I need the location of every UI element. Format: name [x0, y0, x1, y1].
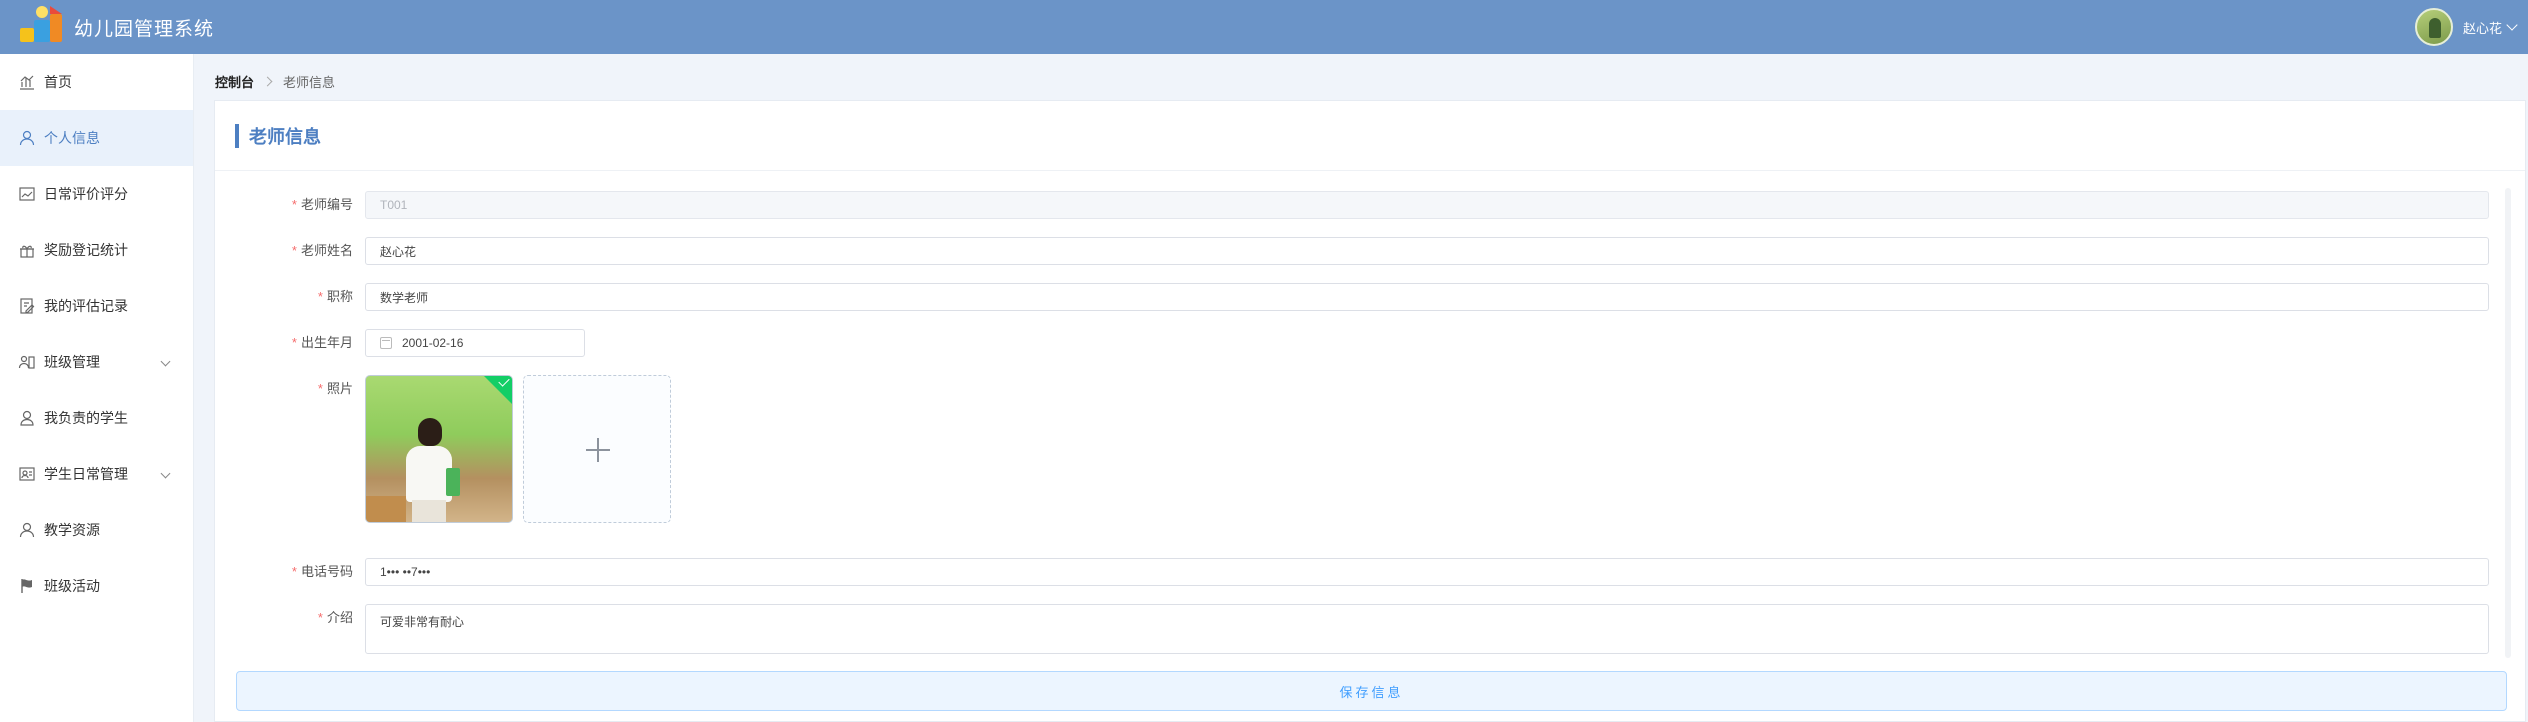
sidebar-item-label: 日常评价评分 [44, 186, 128, 202]
user-icon [18, 129, 36, 147]
sidebar-item-label: 我负责的学生 [44, 410, 128, 426]
calendar-icon [380, 337, 392, 349]
teacher-id-label: * 老师编号 [291, 197, 353, 212]
sidebar-item-class-activities[interactable]: 班级活动 [0, 558, 193, 614]
teacher-name-input[interactable]: 赵心花 [365, 237, 2489, 265]
intro-label: * 介绍 [317, 610, 353, 625]
title-accent-bar [235, 123, 239, 148]
sidebar-item-label: 班级活动 [44, 578, 100, 594]
form-row-teacher-id: * 老师编号 T001 [215, 191, 2489, 219]
job-title-input[interactable]: 数学老师 [365, 283, 2489, 311]
save-button[interactable]: 保存信息 [236, 671, 2507, 711]
form-row-phone: * 电话号码 1••• ••7••• [215, 558, 2489, 586]
top-header: 幼儿园管理系统 赵心花 [0, 0, 2528, 54]
intro-textarea[interactable]: 可爱非常有耐心 [365, 604, 2489, 654]
class-icon [18, 353, 36, 371]
teacher-id-input: T001 [365, 191, 2489, 219]
breadcrumb-current: 老师信息 [283, 74, 336, 90]
user-menu[interactable]: 赵心花 [2414, 0, 2518, 54]
sidebar-item-daily-evaluation[interactable]: 日常评价评分 [0, 166, 193, 222]
student-daily-icon [18, 465, 36, 483]
app-logo [14, 0, 68, 54]
chevron-down-icon[interactable] [160, 468, 171, 479]
form-row-teacher-name: * 老师姓名 赵心花 [215, 237, 2489, 265]
sidebar-item-rewards[interactable]: 奖励登记统计 [0, 222, 193, 278]
page-title: 老师信息 [249, 126, 321, 147]
flag-icon [18, 577, 36, 595]
breadcrumb: 控制台 老师信息 [215, 70, 335, 92]
form-row-intro: * 介绍 可爱非常有耐心 [215, 604, 2489, 654]
edit-note-icon [18, 297, 36, 315]
sidebar-item-label: 学生日常管理 [44, 466, 128, 482]
teacher-name-label: * 老师姓名 [291, 243, 353, 258]
form-row-photo: * 照片 [215, 375, 671, 523]
birth-date-value: 2001-02-16 [402, 336, 464, 350]
chart-icon [18, 73, 36, 91]
chevron-down-icon[interactable] [2506, 19, 2518, 31]
chevron-down-icon[interactable] [160, 356, 171, 367]
birth-date-picker[interactable]: 2001-02-16 [365, 329, 585, 357]
phone-input[interactable]: 1••• ••7••• [365, 558, 2489, 586]
card-header: 老师信息 [215, 101, 2525, 171]
sidebar-item-student-daily[interactable]: 学生日常管理 [0, 446, 193, 502]
sidebar-item-label: 班级管理 [44, 354, 100, 370]
photo-label: * 照片 [317, 381, 353, 396]
student-icon [18, 409, 36, 427]
avatar[interactable] [2414, 8, 2453, 46]
birth-date-label: * 出生年月 [291, 335, 353, 350]
phone-label: * 电话号码 [291, 564, 353, 579]
sidebar-item-my-assessments[interactable]: 我的评估记录 [0, 278, 193, 334]
uploaded-photo[interactable] [365, 375, 513, 523]
form-row-birth-date: * 出生年月 2001-02-16 [215, 329, 585, 357]
sidebar-item-label: 首页 [44, 74, 72, 90]
sidebar-item-class-management[interactable]: 班级管理 [0, 334, 193, 390]
teacher-info-card: 老师信息 * 老师编号 T001 * 老师姓名 赵心花 * 职称 数学老师 * 出生年月… [214, 100, 2526, 722]
app-title: 幼儿园管理系统 [74, 18, 215, 40]
scrollbar[interactable] [2505, 188, 2511, 658]
line-chart-icon [18, 185, 36, 203]
form-row-job-title: * 职称 数学老师 [215, 283, 2489, 311]
sidebar-item-teaching-resources[interactable]: 教学资源 [0, 502, 193, 558]
resource-icon [18, 521, 36, 539]
sidebar-item-profile[interactable]: 个人信息 [0, 110, 193, 166]
sidebar-item-label: 教学资源 [44, 522, 100, 538]
photo-upload-button[interactable] [523, 375, 671, 523]
sidebar-item-label: 奖励登记统计 [44, 242, 128, 258]
sidebar-item-label: 个人信息 [44, 130, 100, 146]
job-title-label: * 职称 [317, 289, 353, 304]
sidebar-item-home[interactable]: 首页 [0, 54, 193, 110]
gift-icon [18, 241, 36, 259]
sidebar-item-my-students[interactable]: 我负责的学生 [0, 390, 193, 446]
breadcrumb-home[interactable]: 控制台 [215, 72, 254, 91]
username[interactable]: 赵心花 [2463, 18, 2502, 37]
sidebar-item-label: 我的评估记录 [44, 298, 128, 314]
sidebar: 首页 个人信息 日常评价评分 奖励登记统计 我的评估记录 班级管理 我负责的学生… [0, 54, 194, 722]
chevron-right-icon [262, 76, 273, 86]
